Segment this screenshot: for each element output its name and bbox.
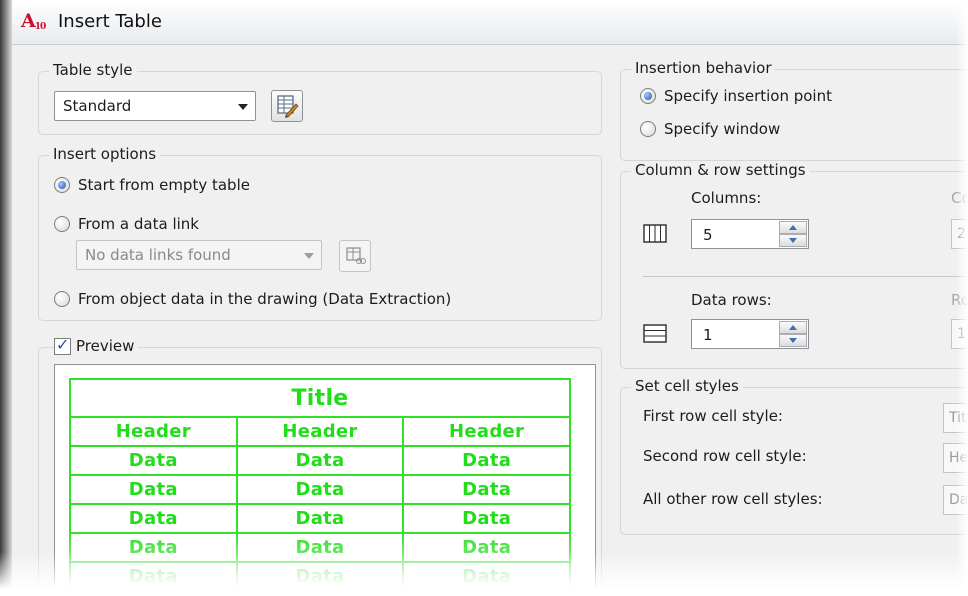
preview-data-cell: Data (402, 532, 571, 563)
columns-decrement-button[interactable] (779, 234, 807, 247)
table-style-group: Table style Standard (38, 61, 602, 135)
preview-checkbox[interactable]: Preview (54, 335, 139, 355)
preview-data-cell: Data (69, 445, 238, 476)
other-rows-style-label: All other row cell styles: (643, 490, 823, 508)
table-style-launch-button[interactable] (271, 90, 303, 122)
settings-divider (643, 276, 968, 277)
radio-from-data-link-label: From a data link (78, 215, 199, 233)
preview-header-cell: Header (69, 416, 238, 447)
table-style-edit-icon (277, 95, 299, 118)
data-link-manager-button[interactable] (339, 240, 371, 272)
preview-data-cell: Data (402, 561, 571, 592)
preview-data-cell: Data (69, 474, 238, 505)
radio-unselected-icon (640, 121, 656, 137)
columns-increment-button[interactable] (779, 221, 807, 234)
preview-data-cell: Data (235, 532, 405, 563)
preview-data-cell: Data (402, 445, 571, 476)
checkbox-checked-icon (54, 335, 71, 355)
insert-options-group: Insert options Start from empty table Fr… (38, 145, 602, 321)
rows-icon (643, 324, 667, 343)
cell-styles-group: Set cell styles First row cell style: Ti… (620, 377, 968, 535)
columns-icon (643, 224, 667, 243)
column-row-settings-group: Column & row settings Columns: 5 Co 2 Da… (620, 161, 968, 369)
radio-specify-window[interactable]: Specify window (640, 118, 780, 140)
data-rows-increment-button[interactable] (779, 321, 807, 334)
columns-value: 5 (703, 226, 713, 244)
autocad-logo-icon: A10 (21, 10, 46, 34)
columns-label: Columns: (691, 189, 762, 207)
preview-table: Title Header Header Header Data Data Dat… (69, 378, 571, 592)
data-rows-label: Data rows: (691, 291, 772, 309)
right-fade-overlay (956, 0, 968, 596)
preview-data-cell: Data (402, 474, 571, 505)
data-link-icon (346, 247, 366, 264)
preview-data-cell: Data (402, 503, 571, 534)
insert-table-dialog: A10 Insert Table Table style Standard In… (0, 0, 968, 596)
column-row-settings-group-title: Column & row settings (631, 161, 810, 179)
radio-unselected-icon (54, 216, 70, 232)
preview-header-cell: Header (235, 416, 405, 447)
insertion-behavior-group-title: Insertion behavior (631, 59, 776, 77)
radio-from-data-link[interactable]: From a data link (54, 213, 199, 235)
radio-selected-icon (640, 88, 656, 104)
data-rows-value: 1 (703, 326, 713, 344)
radio-specify-insertion-point[interactable]: Specify insertion point (640, 85, 832, 107)
radio-start-empty-label: Start from empty table (78, 176, 250, 194)
radio-unselected-icon (54, 291, 70, 307)
chevron-down-icon (304, 253, 314, 259)
radio-selected-icon (54, 177, 70, 193)
table-preview: Title Header Header Header Data Data Dat… (54, 364, 596, 596)
chevron-down-icon (238, 104, 248, 110)
logo-version: 10 (34, 21, 46, 32)
insertion-behavior-group: Insertion behavior Specify insertion poi… (620, 59, 968, 161)
table-style-group-title: Table style (49, 61, 137, 79)
preview-checkbox-label: Preview (76, 337, 135, 355)
radio-specify-insertion-point-label: Specify insertion point (664, 87, 832, 105)
table-style-dropdown[interactable]: Standard (54, 91, 256, 121)
cell-styles-group-title: Set cell styles (631, 377, 743, 395)
preview-data-cell: Data (69, 561, 238, 592)
window-left-edge (0, 0, 12, 596)
preview-data-cell: Data (235, 445, 405, 476)
insert-options-group-title: Insert options (49, 145, 161, 163)
data-link-dropdown[interactable]: No data links found (76, 240, 322, 270)
dialog-title: Insert Table (58, 11, 162, 32)
logo-letter: A (21, 10, 36, 32)
dialog-body: Table style Standard Insert options Star… (8, 45, 968, 596)
preview-data-cell: Data (235, 503, 405, 534)
preview-data-cell: Data (235, 561, 405, 592)
data-link-value: No data links found (85, 246, 231, 264)
preview-header-cell: Header (402, 416, 571, 447)
columns-stepper[interactable]: 5 (691, 219, 809, 249)
radio-specify-window-label: Specify window (664, 120, 781, 138)
radio-from-object-data-label: From object data in the drawing (Data Ex… (78, 290, 452, 308)
data-rows-decrement-button[interactable] (779, 334, 807, 347)
title-bar[interactable]: A10 Insert Table (8, 0, 968, 45)
radio-from-object-data[interactable]: From object data in the drawing (Data Ex… (54, 288, 451, 310)
preview-data-cell: Data (69, 532, 238, 563)
preview-data-cell: Data (235, 474, 405, 505)
radio-start-empty[interactable]: Start from empty table (54, 174, 250, 196)
first-row-style-label: First row cell style: (643, 407, 783, 425)
preview-title-cell: Title (69, 378, 571, 418)
table-style-selected: Standard (63, 97, 132, 115)
second-row-style-label: Second row cell style: (643, 447, 807, 465)
data-rows-stepper[interactable]: 1 (691, 319, 809, 349)
preview-data-cell: Data (69, 503, 238, 534)
